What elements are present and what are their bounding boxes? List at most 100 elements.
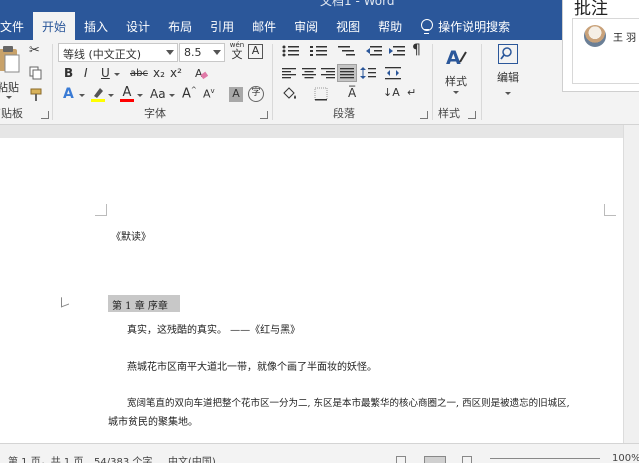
language-indicator[interactable]: 中文(中国) xyxy=(168,453,216,463)
styles-icon: A xyxy=(446,47,467,69)
paragraph-launcher-icon[interactable] xyxy=(420,111,428,119)
strikethrough-button[interactable]: abc xyxy=(130,69,148,79)
increase-indent-button[interactable] xyxy=(389,45,405,59)
paragraph-mark-button[interactable]: ↵ xyxy=(407,87,416,98)
underline-button[interactable]: U xyxy=(101,67,110,79)
bullets-button[interactable] xyxy=(282,45,300,59)
justify-button[interactable] xyxy=(337,64,357,82)
font-group-label: 字体 xyxy=(144,107,166,120)
web-layout-icon[interactable] xyxy=(462,456,472,463)
italic-button[interactable]: I xyxy=(84,67,88,79)
ribbon-tabs: 文件 开始 插入 设计 布局 引用 邮件 审阅 视图 帮助 操作说明搜索 xyxy=(0,12,519,40)
character-shading-button[interactable]: A xyxy=(229,87,243,102)
align-center-button[interactable] xyxy=(302,67,316,81)
chevron-down-icon xyxy=(108,94,114,97)
distribute-button[interactable] xyxy=(385,66,401,82)
svg-text:A: A xyxy=(195,67,203,80)
font-launcher-icon[interactable] xyxy=(260,111,268,119)
decrease-indent-button[interactable] xyxy=(366,45,382,59)
chevron-down-icon xyxy=(114,73,120,76)
superscript-button[interactable]: x² xyxy=(170,67,182,79)
grow-font-button[interactable]: A^ xyxy=(182,87,197,101)
tab-design[interactable]: 设计 xyxy=(117,12,159,40)
page-count[interactable]: 第 1 页，共 1 页 xyxy=(8,453,83,463)
styles-button-label: 样式 xyxy=(445,75,467,88)
word-count[interactable]: 54/383 个字 xyxy=(94,453,152,463)
indent-icon xyxy=(389,46,405,56)
document-page[interactable]: 《默读》 第 1 章 序章 真实，这残酷的真实。 ——《红与黑》 燕城花市区南平… xyxy=(0,138,623,443)
book-title[interactable]: 《默读》 xyxy=(111,228,151,243)
sort-button[interactable]: ↓A xyxy=(383,87,400,98)
zoom-slider[interactable] xyxy=(490,458,600,459)
title-bar: 文档1 - Word 文件 开始 插入 设计 布局 引用 邮件 审阅 视图 帮助… xyxy=(0,0,639,40)
asian-layout-button[interactable]: A̅ xyxy=(348,87,356,99)
doc-paragraph[interactable]: 燕城花市区南平大道北一带，就像个画了半面妆的妖怪。 xyxy=(127,358,377,373)
line-spacing-button[interactable] xyxy=(360,66,376,82)
line-spacing-icon xyxy=(360,67,376,79)
lightbulb-icon xyxy=(420,19,434,34)
styles-launcher-icon[interactable] xyxy=(468,111,476,119)
chapter-heading[interactable]: 第 1 章 序章 xyxy=(108,295,180,312)
change-case-button[interactable]: Aa xyxy=(150,88,166,100)
highlight-button[interactable] xyxy=(90,86,106,104)
highlighter-icon xyxy=(91,88,105,102)
styles-button[interactable]: A 样式 xyxy=(441,46,471,94)
avatar xyxy=(584,25,606,47)
align-left-button[interactable] xyxy=(282,67,296,81)
comment-card[interactable]: 王 羽 xyxy=(572,18,639,84)
tab-mailings[interactable]: 邮件 xyxy=(243,12,285,40)
doc-paragraph[interactable]: 城市贫民的聚集地。 xyxy=(108,413,198,428)
bold-button[interactable]: B xyxy=(64,67,73,79)
chevron-down-icon xyxy=(213,50,221,55)
borders-button[interactable] xyxy=(314,87,328,103)
character-border-button[interactable]: A xyxy=(248,44,263,59)
zoom-level[interactable]: 100% xyxy=(612,453,639,463)
group-divider xyxy=(272,44,273,120)
text-effects-button[interactable]: A xyxy=(63,87,74,101)
clipboard-launcher-icon[interactable] xyxy=(41,111,49,119)
font-name-dropdown[interactable]: 等线 (中文正文) xyxy=(58,43,178,62)
editing-button[interactable]: 编辑 xyxy=(492,44,524,95)
align-center-icon xyxy=(302,68,316,79)
cut-icon[interactable]: ✂ xyxy=(29,44,40,57)
clipboard-icon xyxy=(0,46,20,73)
font-name-value: 等线 (中文正文) xyxy=(63,48,142,61)
subscript-button[interactable]: x₂ xyxy=(153,67,165,79)
font-size-value: 8.5 xyxy=(184,46,202,59)
styles-group-label: 样式 xyxy=(438,107,460,120)
show-formatting-button[interactable]: ¶ xyxy=(412,43,421,57)
phonetic-guide-button[interactable]: wén 文 xyxy=(229,42,245,61)
enclose-characters-button[interactable]: 字 xyxy=(248,86,264,102)
tab-references[interactable]: 引用 xyxy=(201,12,243,40)
format-painter-icon[interactable] xyxy=(29,88,43,104)
multilevel-list-button[interactable] xyxy=(338,45,356,59)
font-size-dropdown[interactable]: 8.5 xyxy=(179,43,225,62)
align-right-button[interactable] xyxy=(321,67,335,81)
svg-text:A: A xyxy=(446,47,461,68)
paint-bucket-icon xyxy=(283,87,296,99)
paste-button[interactable]: 粘贴 xyxy=(0,44,22,100)
read-mode-icon[interactable] xyxy=(396,456,406,463)
shading-button[interactable] xyxy=(282,87,298,103)
tab-view[interactable]: 视图 xyxy=(327,12,369,40)
print-layout-icon[interactable] xyxy=(424,456,446,463)
distribute-icon xyxy=(385,67,401,80)
vertical-scrollbar[interactable] xyxy=(623,125,639,443)
tab-help[interactable]: 帮助 xyxy=(369,12,411,40)
doc-paragraph[interactable]: 宽阔笔直的双向车道把整个花市区一分为二, 东区是本市最繁华的核心商圈之一, 西区… xyxy=(127,395,570,409)
shrink-font-button[interactable]: Av xyxy=(203,88,215,100)
clear-formatting-button[interactable]: A xyxy=(194,66,209,82)
ribbon: 粘贴 ✂ 剪贴板 等线 (中文正文) 8.5 wén 文 A B I U abc… xyxy=(0,40,639,125)
tab-file[interactable]: 文件 xyxy=(0,12,33,40)
tell-me-search[interactable]: 操作说明搜索 xyxy=(411,12,519,40)
crop-mark xyxy=(95,204,107,216)
font-color-button[interactable]: A xyxy=(120,86,134,102)
numbering-button[interactable] xyxy=(310,45,328,59)
tab-home[interactable]: 开始 xyxy=(33,12,76,40)
tab-review[interactable]: 审阅 xyxy=(285,12,327,40)
chevron-down-icon xyxy=(6,96,12,99)
copy-icon[interactable] xyxy=(29,66,43,82)
tab-layout[interactable]: 布局 xyxy=(159,12,201,40)
tab-insert[interactable]: 插入 xyxy=(75,12,117,40)
doc-paragraph[interactable]: 真实，这残酷的真实。 ——《红与黑》 xyxy=(127,321,300,336)
